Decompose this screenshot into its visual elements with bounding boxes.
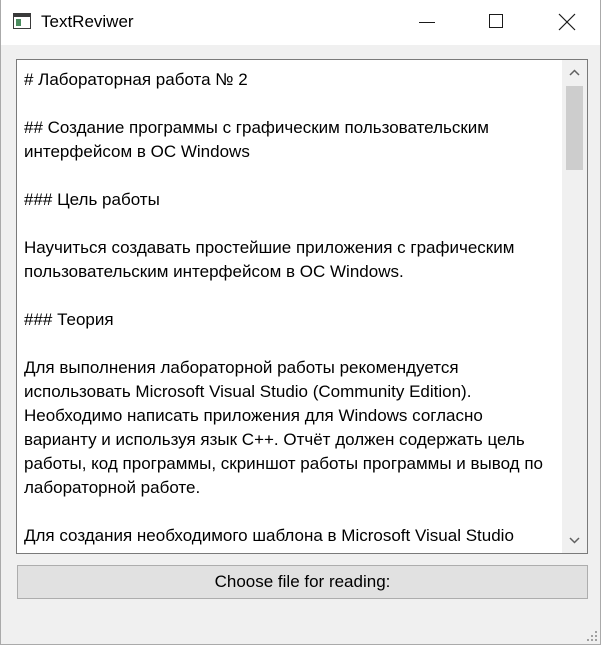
- close-button[interactable]: [544, 0, 590, 45]
- scroll-up-button[interactable]: [562, 60, 587, 85]
- scroll-thumb[interactable]: [566, 86, 583, 170]
- title-bar[interactable]: TextReviwer: [1, 0, 600, 45]
- doc-paragraph-goal: Научиться создавать простейшие приложени…: [24, 238, 515, 281]
- vertical-scrollbar[interactable]: [562, 60, 587, 553]
- doc-paragraph-template: Для создания необходимого шаблона в Micr…: [24, 526, 514, 545]
- scroll-down-button[interactable]: [562, 528, 587, 553]
- doc-heading-theory: ### Теория: [24, 310, 114, 329]
- doc-heading-goal: ### Цель работы: [24, 190, 160, 209]
- doc-heading-1: # Лабораторная работа № 2: [24, 70, 248, 89]
- document-content: # Лабораторная работа № 2 ## Создание пр…: [24, 68, 559, 553]
- maximize-icon: [489, 14, 503, 28]
- minimize-button[interactable]: [404, 0, 450, 45]
- doc-heading-2: ## Создание программы с графическим поль…: [24, 118, 489, 161]
- window-title: TextReviwer: [41, 12, 134, 31]
- scroll-up-arrow-icon: [569, 69, 580, 76]
- maximize-button[interactable]: [474, 0, 520, 45]
- document-text-area[interactable]: # Лабораторная работа № 2 ## Создание пр…: [16, 59, 588, 554]
- doc-paragraph-theory: Для выполнения лабораторной работы реком…: [24, 358, 543, 497]
- app-window: TextReviwer # Лабораторная работа № 2 ##…: [0, 0, 601, 645]
- close-icon: [558, 13, 576, 31]
- minimize-icon: [419, 22, 435, 23]
- choose-file-button[interactable]: Choose file for reading:: [17, 565, 588, 599]
- window-app-icon: [13, 13, 31, 29]
- scroll-down-arrow-icon: [569, 537, 580, 544]
- resize-grip-icon[interactable]: [586, 630, 598, 642]
